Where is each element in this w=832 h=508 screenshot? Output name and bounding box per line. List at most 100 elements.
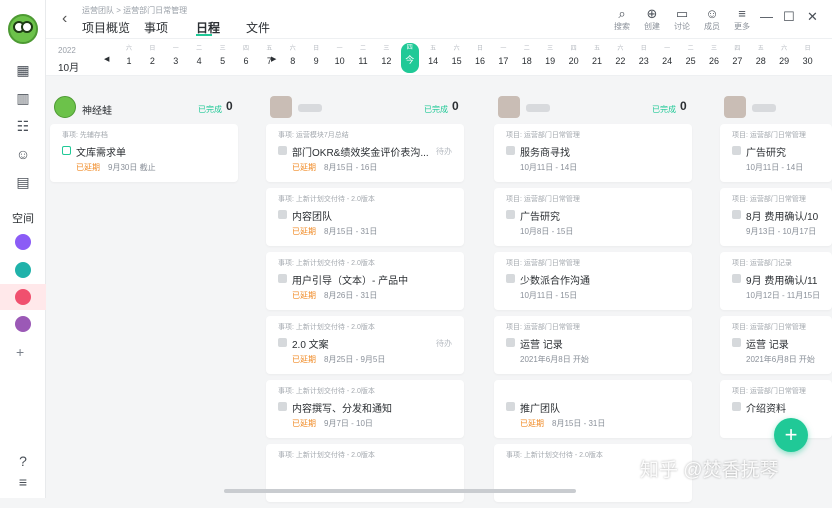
day-7[interactable]: 五7 — [260, 44, 278, 68]
task-card[interactable]: 项目: 运营部门日常管理 运营 记录 2021年6月8日 开始 — [494, 316, 692, 374]
search-button[interactable]: ⌕ 搜索 — [609, 6, 635, 32]
tasks-icon[interactable]: ☷ — [14, 118, 32, 134]
day-10[interactable]: 一 10 — [331, 44, 349, 68]
tab-files[interactable]: 文件 — [246, 19, 270, 36]
day-4[interactable]: 二4 — [190, 44, 208, 68]
done-label[interactable]: 已完成 — [652, 104, 676, 115]
day-28[interactable]: 五 28 — [752, 44, 770, 68]
day-14[interactable]: 五 14 — [424, 44, 442, 68]
day-24[interactable]: 一 24 — [658, 44, 676, 68]
task-card[interactable]: 项目: 运营部门日常管理 少数派合作沟通 10月11日 - 15日 — [494, 252, 692, 310]
more-button[interactable]: ≡ 更多 — [729, 6, 755, 32]
task-checkbox[interactable] — [732, 274, 741, 283]
task-card[interactable]: 项目: 运营部门日常管理 运营 记录 2021年6月8日 开始 — [720, 316, 832, 374]
day-25[interactable]: 二 25 — [682, 44, 700, 68]
day-15[interactable]: 六 15 — [448, 44, 466, 68]
task-checkbox[interactable] — [732, 402, 741, 411]
help-icon[interactable]: ? — [14, 453, 32, 469]
create-button[interactable]: ⊕ 创建 — [639, 6, 665, 32]
avatar[interactable] — [54, 96, 76, 118]
task-checkbox[interactable] — [278, 210, 287, 219]
task-checkbox[interactable] — [732, 210, 741, 219]
task-card[interactable]: 项目: 运营部门记录 9月 费用确认/11 10月12日 - 11月15日 — [720, 252, 832, 310]
prev-arrow-icon[interactable]: ◀ — [104, 55, 109, 63]
day-18[interactable]: 二 18 — [518, 44, 536, 68]
task-card[interactable]: 事项: 运营模块7月总结 部门OKR&绩效奖金评价表沟... 已延期 8月15日 - … — [266, 124, 464, 182]
contacts-icon[interactable]: ☺ — [14, 146, 32, 162]
tab-overview[interactable]: 项目概览 — [82, 19, 130, 36]
space-planet-icon[interactable] — [15, 316, 31, 332]
day-16[interactable]: 日 16 — [471, 44, 489, 68]
back-icon[interactable]: ‹ — [62, 10, 67, 28]
add-fab-button[interactable]: + — [774, 418, 808, 452]
day-today[interactable]: 四今 — [400, 43, 419, 73]
task-checkbox[interactable] — [506, 402, 515, 411]
day-1[interactable]: 六1 — [120, 44, 138, 68]
task-checkbox[interactable] — [732, 338, 741, 347]
task-checkbox[interactable] — [506, 274, 515, 283]
horizontal-scrollbar[interactable] — [224, 489, 576, 493]
discuss-button[interactable]: ▭ 讨论 — [669, 6, 695, 32]
day-12[interactable]: 三 12 — [377, 44, 395, 68]
day-22[interactable]: 六 22 — [611, 44, 629, 68]
day-21[interactable]: 五 21 — [588, 44, 606, 68]
task-checkbox[interactable] — [506, 338, 515, 347]
avatar[interactable] — [724, 96, 746, 118]
add-space-icon[interactable]: + — [16, 344, 24, 360]
task-checkbox[interactable] — [278, 338, 287, 347]
task-checkbox[interactable] — [62, 146, 71, 155]
avatar[interactable] — [270, 96, 292, 118]
avatar[interactable] — [498, 96, 520, 118]
task-card[interactable]: 项目: 运营部门日常管理 广告研究 10月11日 - 14日 — [720, 124, 832, 182]
day-26[interactable]: 三 26 — [705, 44, 723, 68]
space-bookmark-icon[interactable] — [15, 262, 31, 278]
task-checkbox[interactable] — [278, 146, 287, 155]
day-5[interactable]: 三5 — [214, 44, 232, 68]
calendar-icon[interactable]: ▦ — [14, 62, 32, 78]
day-6[interactable]: 四6 — [237, 44, 255, 68]
day-9[interactable]: 日9 — [307, 44, 325, 68]
day-3[interactable]: 一3 — [167, 44, 185, 68]
minimize-icon[interactable]: — — [760, 9, 773, 24]
day-19[interactable]: 三 19 — [541, 44, 559, 68]
task-card[interactable]: 推广团队 已延期 8月15日 - 31日 — [494, 380, 692, 438]
day-27[interactable]: 四 27 — [728, 44, 746, 68]
day-23[interactable]: 日 23 — [635, 44, 653, 68]
task-card[interactable]: 项目: 运营部门日常管理 广告研究 10月8日 - 15日 — [494, 188, 692, 246]
task-card[interactable]: 事项: 上新计划交付待 - 2.0版本 内容团队 已延期 8月15日 - 31日 — [266, 188, 464, 246]
tab-items[interactable]: 事项 — [144, 19, 168, 36]
task-checkbox[interactable] — [278, 402, 287, 411]
task-card[interactable]: 事项: 先辅存档 文库需求单 已延期 9月30日 截止 — [50, 124, 238, 182]
task-card[interactable]: 事项: 上新计划交付待 - 2.0版本 用户引导（文本）- 产品中 已延期 8月26日… — [266, 252, 464, 310]
task-card[interactable]: 事项: 上新计划交付待 - 2.0版本 内容撰写、分发和通知 已延期 9月7日 - 1… — [266, 380, 464, 438]
month-selector[interactable]: 10月 — [58, 59, 79, 74]
members-button[interactable]: ☺ 成员 — [699, 6, 725, 32]
maximize-icon[interactable]: ☐ — [783, 9, 795, 25]
task-card[interactable]: 项目: 运营部门日常管理 服务商寻找 10月11日 - 14日 — [494, 124, 692, 182]
task-checkbox[interactable] — [732, 146, 741, 155]
day-30[interactable]: 日 30 — [799, 44, 817, 68]
task-card[interactable]: 项目: 运营部门日常管理 8月 费用确认/10 9月13日 - 10月17日 — [720, 188, 832, 246]
space-shield-icon[interactable] — [15, 234, 31, 250]
task-checkbox[interactable] — [278, 274, 287, 283]
wallet-icon[interactable]: ▤ — [14, 174, 32, 190]
task-card[interactable]: 事项: 上新计划交付待 - 2.0版本 — [266, 444, 464, 502]
done-label[interactable]: 已完成 — [424, 104, 448, 115]
close-icon[interactable]: ✕ — [807, 9, 818, 25]
task-card[interactable]: 事项: 上新计划交付待 - 2.0版本 2.0 文案 已延期 8月25日 - 9月5日… — [266, 316, 464, 374]
day-20[interactable]: 四 20 — [565, 44, 583, 68]
task-checkbox[interactable] — [506, 210, 515, 219]
day-11[interactable]: 二 11 — [354, 44, 372, 68]
done-label[interactable]: 已完成 — [198, 104, 222, 115]
weekday-label: 六 — [125, 46, 132, 52]
day-8[interactable]: 六8 — [284, 44, 302, 68]
breadcrumb[interactable]: 运营团队 > 运营部门日常管理 — [82, 5, 187, 16]
day-2[interactable]: 日2 — [143, 44, 161, 68]
task-checkbox[interactable] — [506, 146, 515, 155]
space-robot-icon[interactable] — [15, 289, 31, 305]
menu-icon[interactable]: ≡ — [14, 474, 32, 490]
day-17[interactable]: 一 17 — [494, 44, 512, 68]
chart-icon[interactable]: ▥ — [14, 90, 32, 106]
frog-logo[interactable] — [8, 14, 38, 44]
day-29[interactable]: 六 29 — [775, 44, 793, 68]
